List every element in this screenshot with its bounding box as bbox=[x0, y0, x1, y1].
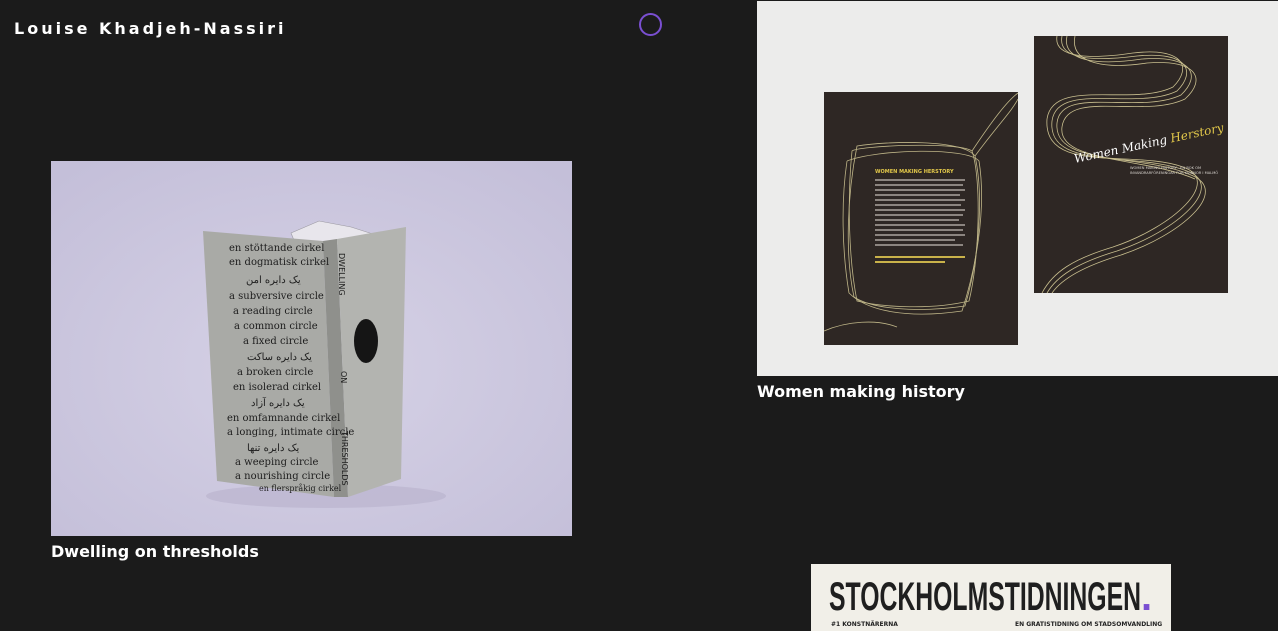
cover-line: a subversive circle bbox=[229, 291, 324, 302]
cover-subtitle: WOMEN MAKING HISTORY - EN BOK OM bbox=[1130, 166, 1201, 170]
project-caption[interactable]: Women making history bbox=[757, 382, 965, 401]
masthead-dot: . bbox=[1141, 575, 1152, 619]
cover-subtitle: INVANDRARFÖRENINGAR FÖR KVINNOR I MALMÖ bbox=[1130, 170, 1218, 175]
spine-text: ON bbox=[339, 371, 348, 383]
project-caption[interactable]: Dwelling on thresholds bbox=[51, 542, 259, 561]
spine-text: DWELLING bbox=[337, 253, 346, 296]
cover-line: a reading circle bbox=[233, 306, 313, 317]
cover-line: یک دایره آزاد bbox=[251, 396, 305, 409]
newspaper-photo: STOCKHOLMSTIDNINGEN . #1 KONSTNÄRERNA EN… bbox=[811, 564, 1171, 631]
cover-line: en flerspråkig cirkel bbox=[259, 484, 342, 493]
project-card-women-making-history[interactable]: WOMEN MAKING HERSTORY Women Making Herst… bbox=[757, 1, 1278, 401]
project-image-women-making-history[interactable]: WOMEN MAKING HERSTORY Women Making Herst… bbox=[757, 1, 1278, 376]
cursor-ring-icon bbox=[639, 13, 662, 36]
project-image-dwelling-on-thresholds[interactable]: en stöttande cirkel en dogmatisk cirkel … bbox=[51, 161, 572, 536]
cover-line: a broken circle bbox=[237, 367, 313, 378]
tagline: EN GRATISTIDNING OM STADSOMVANDLING bbox=[1015, 621, 1162, 628]
project-card-stockholmstidningen[interactable]: STOCKHOLMSTIDNINGEN . #1 KONSTNÄRERNA EN… bbox=[811, 564, 1171, 631]
book-photo: en stöttande cirkel en dogmatisk cirkel … bbox=[51, 161, 572, 536]
books-photo: WOMEN MAKING HERSTORY Women Making Herst… bbox=[757, 1, 1278, 376]
back-book-heading: WOMEN MAKING HERSTORY bbox=[875, 169, 954, 175]
cover-line: یک دایره ساکت bbox=[247, 352, 312, 363]
issue-tag: #1 KONSTNÄRERNA bbox=[831, 621, 898, 628]
cover-line: a nourishing circle bbox=[235, 471, 330, 482]
cover-line: en dogmatisk cirkel bbox=[229, 257, 329, 268]
cover-line: یک دایره امن bbox=[246, 275, 301, 286]
cover-line: en stöttande cirkel bbox=[229, 243, 324, 254]
cover-line: a common circle bbox=[234, 321, 318, 332]
cover-line: یک دایره تنها bbox=[247, 443, 300, 454]
project-image-stockholmstidningen[interactable]: STOCKHOLMSTIDNINGEN . #1 KONSTNÄRERNA EN… bbox=[811, 564, 1171, 631]
spine-text: THRESHOLDS bbox=[340, 430, 349, 486]
cover-line: en isolerad cirkel bbox=[233, 382, 321, 393]
masthead: STOCKHOLMSTIDNINGEN bbox=[829, 575, 1141, 619]
cover-line: en omfamnande cirkel bbox=[227, 413, 340, 424]
cover-line: a fixed circle bbox=[243, 336, 308, 347]
cover-line: a longing, intimate circle bbox=[227, 427, 354, 438]
project-card-dwelling-on-thresholds[interactable]: en stöttande cirkel en dogmatisk cirkel … bbox=[51, 161, 572, 571]
portfolio-page: Louise Khadjeh-Nassiri en stöttande cirk… bbox=[0, 0, 1278, 631]
site-title[interactable]: Louise Khadjeh-Nassiri bbox=[14, 19, 287, 38]
cover-line: a weeping circle bbox=[235, 457, 319, 468]
